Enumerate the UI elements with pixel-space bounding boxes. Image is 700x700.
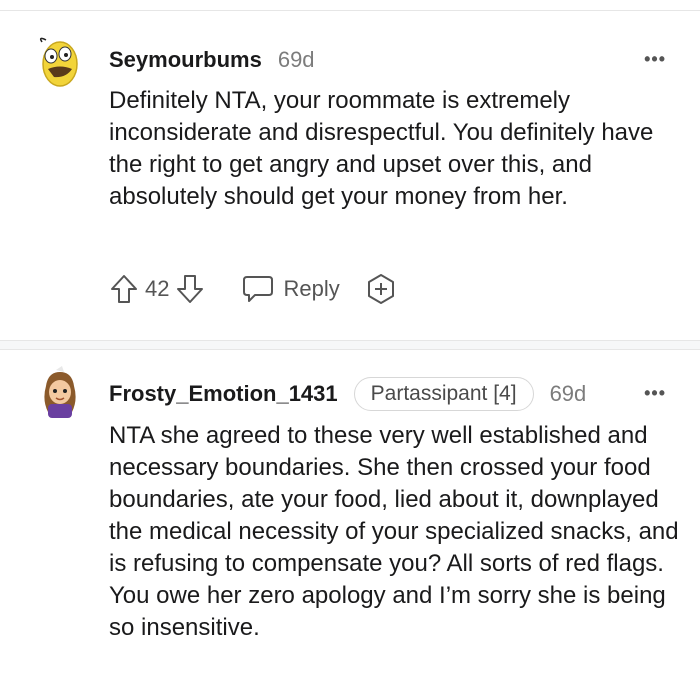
avatar[interactable] xyxy=(32,366,88,422)
comment: Frosty_Emotion_1431 Partassipant [4] 69d… xyxy=(0,350,700,700)
comment-gap xyxy=(0,341,700,349)
avatar[interactable] xyxy=(32,34,88,90)
comment-body: NTA she agreed to these very well establ… xyxy=(109,422,679,641)
more-options-icon[interactable]: ••• xyxy=(644,383,666,404)
user-flair: Partassipant [4] xyxy=(353,377,534,411)
avatar-image xyxy=(44,366,76,418)
more-options-icon[interactable]: ••• xyxy=(644,49,666,70)
comment-age: 69d xyxy=(277,47,315,72)
comment: Seymourbums 69d ••• Definitely NTA, your… xyxy=(0,0,700,340)
username[interactable]: Seymourbums xyxy=(109,47,262,73)
award-icon xyxy=(367,274,394,304)
comment-body: Definitely NTA, your roommate is extreme… xyxy=(109,87,654,210)
comment-age: 69d xyxy=(549,381,587,406)
upvote-button[interactable] xyxy=(109,273,139,305)
reply-button[interactable]: Reply xyxy=(241,274,340,304)
reply-label: Reply xyxy=(283,276,340,301)
downvote-button[interactable] xyxy=(175,273,205,305)
reply-icon xyxy=(243,276,274,302)
comment-actions: 42 Reply xyxy=(109,269,398,309)
comment-header: Seymourbums 69d xyxy=(109,40,315,80)
username[interactable]: Frosty_Emotion_1431 xyxy=(109,381,338,407)
award-button[interactable] xyxy=(364,272,398,306)
upvote-icon xyxy=(111,275,137,303)
avatar-image xyxy=(39,37,78,87)
comment-header: Frosty_Emotion_1431 Partassipant [4] 69d xyxy=(109,374,586,414)
vote-count: 42 xyxy=(145,276,170,301)
downvote-icon xyxy=(177,275,204,303)
